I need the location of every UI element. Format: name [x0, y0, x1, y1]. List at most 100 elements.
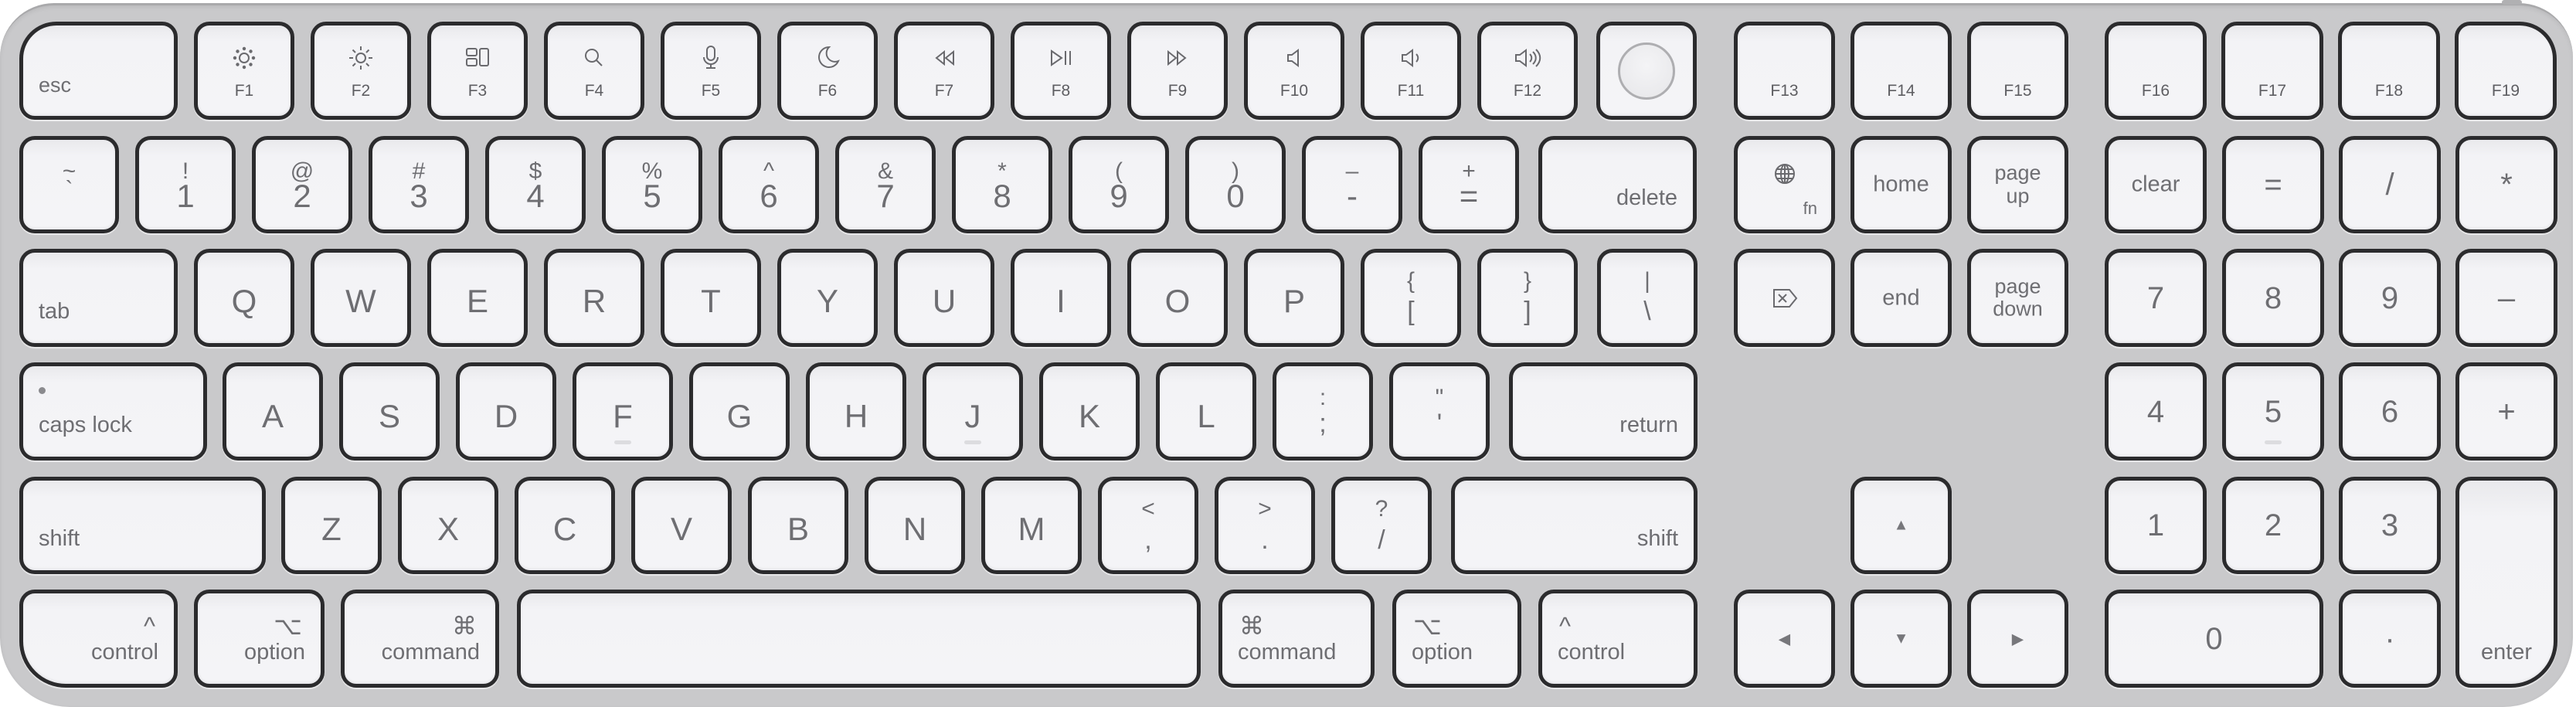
key-b[interactable]: B: [748, 477, 848, 574]
key-num-7[interactable]: 7: [2105, 249, 2207, 347]
key-e[interactable]: E: [427, 249, 528, 347]
key-z[interactable]: Z: [281, 477, 382, 574]
key-num-minus[interactable]: –: [2455, 249, 2557, 347]
key-comma[interactable]: <,: [1098, 477, 1198, 574]
key-space[interactable]: [517, 590, 1201, 688]
key-q[interactable]: Q: [194, 249, 294, 347]
key-clear[interactable]: clear: [2105, 136, 2207, 233]
key-f[interactable]: F: [573, 362, 673, 461]
key-f1[interactable]: F1: [194, 22, 294, 120]
key-close-bracket[interactable]: }]: [1477, 249, 1578, 347]
key-r[interactable]: R: [544, 249, 644, 347]
key-f4[interactable]: F4: [544, 22, 644, 120]
key-3[interactable]: #3: [369, 136, 469, 233]
key-num-multiply[interactable]: *: [2455, 136, 2557, 233]
key-h[interactable]: H: [806, 362, 906, 461]
key-num-1[interactable]: 1: [2105, 477, 2207, 574]
key-return[interactable]: return: [1509, 362, 1698, 461]
key-period[interactable]: >.: [1215, 477, 1315, 574]
key-1[interactable]: ! 1: [135, 136, 236, 233]
key-backtick[interactable]: ~ `: [19, 136, 119, 233]
key-s[interactable]: S: [339, 362, 440, 461]
key-p[interactable]: P: [1244, 249, 1344, 347]
key-command-right[interactable]: ⌘ command: [1218, 590, 1375, 688]
key-9[interactable]: (9: [1069, 136, 1169, 233]
key-g[interactable]: G: [689, 362, 790, 461]
key-0[interactable]: ) 0: [1185, 136, 1286, 233]
key-f5[interactable]: F5: [661, 22, 761, 120]
key-end[interactable]: end: [1850, 249, 1952, 347]
key-f14[interactable]: F14: [1850, 22, 1952, 120]
key-5[interactable]: % 5: [602, 136, 702, 233]
key-n[interactable]: N: [865, 477, 965, 574]
key-c[interactable]: C: [515, 477, 615, 574]
key-7[interactable]: & 7: [835, 136, 936, 233]
key-minus[interactable]: – -: [1302, 136, 1402, 233]
key-semicolon[interactable]: :;: [1273, 362, 1373, 461]
key-control-left[interactable]: ^ control: [19, 590, 178, 688]
key-v[interactable]: V: [631, 477, 732, 574]
key-num-8[interactable]: 8: [2222, 249, 2324, 347]
key-page-up[interactable]: page up: [1967, 136, 2068, 233]
key-num-4[interactable]: 4: [2105, 362, 2207, 461]
touch-id-button[interactable]: [1596, 22, 1697, 120]
key-w[interactable]: W: [311, 249, 411, 347]
key-f10[interactable]: F10: [1244, 22, 1344, 120]
key-y[interactable]: Y: [777, 249, 878, 347]
key-open-bracket[interactable]: {[: [1361, 249, 1461, 347]
key-f13[interactable]: F13: [1734, 22, 1835, 120]
key-k[interactable]: K: [1039, 362, 1140, 461]
key-option-left[interactable]: ⌥ option: [194, 590, 325, 688]
key-2[interactable]: @2: [252, 136, 352, 233]
key-6[interactable]: ^ 6: [719, 136, 819, 233]
key-d[interactable]: D: [456, 362, 556, 461]
key-o[interactable]: O: [1127, 249, 1228, 347]
key-4[interactable]: $4: [485, 136, 586, 233]
key-f11[interactable]: F11: [1361, 22, 1461, 120]
key-backslash[interactable]: | \: [1597, 249, 1698, 347]
key-forward-delete[interactable]: [1734, 249, 1835, 347]
key-t[interactable]: T: [661, 249, 761, 347]
key-f8[interactable]: F8: [1011, 22, 1111, 120]
key-home[interactable]: home: [1850, 136, 1952, 233]
key-i[interactable]: I: [1011, 249, 1111, 347]
key-num-plus[interactable]: +: [2455, 362, 2557, 461]
key-shift-right[interactable]: shift: [1451, 477, 1698, 574]
key-a[interactable]: A: [223, 362, 323, 461]
key-num-enter[interactable]: enter: [2455, 477, 2557, 688]
key-quote[interactable]: " ': [1389, 362, 1490, 461]
key-f17[interactable]: F17: [2221, 22, 2323, 120]
key-control-right[interactable]: ^ control: [1538, 590, 1698, 688]
key-equals[interactable]: + =: [1419, 136, 1519, 233]
key-j[interactable]: J: [923, 362, 1023, 461]
key-num-divide[interactable]: /: [2339, 136, 2441, 233]
key-x[interactable]: X: [398, 477, 498, 574]
key-caps-lock[interactable]: caps lock: [19, 362, 207, 461]
key-arrow-down[interactable]: ▼: [1850, 590, 1952, 688]
key-num-equals[interactable]: =: [2222, 136, 2324, 233]
key-f16[interactable]: F16: [2105, 22, 2207, 120]
key-num-5[interactable]: 5: [2222, 362, 2324, 461]
key-arrow-right[interactable]: ▶: [1967, 590, 2068, 688]
key-f9[interactable]: F9: [1127, 22, 1228, 120]
key-f2[interactable]: F2: [311, 22, 411, 120]
key-num-2[interactable]: 2: [2222, 477, 2324, 574]
key-f18[interactable]: F18: [2338, 22, 2440, 120]
key-f6[interactable]: F6: [777, 22, 878, 120]
key-command-left[interactable]: ⌘ command: [341, 590, 499, 688]
key-num-decimal[interactable]: ·: [2339, 590, 2441, 688]
key-f7[interactable]: F7: [894, 22, 994, 120]
key-delete[interactable]: delete: [1538, 136, 1697, 233]
key-page-down[interactable]: page down: [1967, 249, 2068, 347]
key-num-9[interactable]: 9: [2339, 249, 2441, 347]
key-f19[interactable]: F19: [2455, 22, 2557, 120]
key-f3[interactable]: F3: [427, 22, 528, 120]
key-m[interactable]: M: [981, 477, 1082, 574]
key-8[interactable]: * 8: [952, 136, 1052, 233]
key-f15[interactable]: F15: [1967, 22, 2068, 120]
key-arrow-left[interactable]: ◀: [1734, 590, 1835, 688]
key-option-right[interactable]: ⌥ option: [1392, 590, 1521, 688]
key-num-6[interactable]: 6: [2339, 362, 2441, 461]
key-arrow-up[interactable]: ▲: [1850, 477, 1952, 574]
key-num-3[interactable]: 3: [2339, 477, 2441, 574]
